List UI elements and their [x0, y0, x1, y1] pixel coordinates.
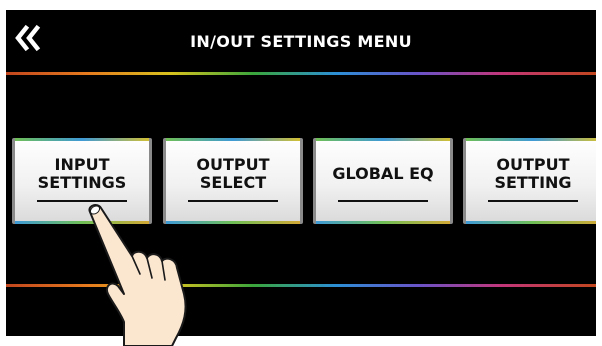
- button-label-line1: GLOBAL EQ: [332, 164, 434, 183]
- button-underline: [188, 200, 278, 202]
- button-label-line2: SETTING: [494, 173, 572, 192]
- button-label: OUTPUT SELECT: [166, 156, 300, 192]
- button-label-line1: INPUT: [54, 155, 110, 174]
- button-underline: [488, 200, 578, 202]
- button-top-edge: [166, 138, 300, 141]
- button-label: INPUT SETTINGS: [15, 156, 149, 192]
- top-divider: [6, 72, 596, 75]
- button-bottom-edge: [316, 221, 450, 224]
- output-setting-button[interactable]: OUTPUT SETTING: [463, 138, 596, 224]
- button-label: GLOBAL EQ: [316, 165, 450, 183]
- button-label-line1: OUTPUT: [196, 155, 270, 174]
- button-top-edge: [466, 138, 596, 141]
- button-bottom-edge: [466, 221, 596, 224]
- button-label-line1: OUTPUT: [496, 155, 570, 174]
- button-top-edge: [15, 138, 149, 141]
- button-label-line2: SETTINGS: [37, 173, 127, 192]
- page-title: IN/OUT SETTINGS MENU: [190, 32, 412, 51]
- button-label: OUTPUT SETTING: [466, 156, 596, 192]
- tapping-hand-icon: [88, 204, 187, 346]
- button-underline: [338, 200, 428, 202]
- button-label-line2: SELECT: [199, 173, 267, 192]
- button-top-edge: [316, 138, 450, 141]
- title-bar: IN/OUT SETTINGS MENU: [6, 10, 596, 72]
- global-eq-button[interactable]: GLOBAL EQ: [313, 138, 453, 224]
